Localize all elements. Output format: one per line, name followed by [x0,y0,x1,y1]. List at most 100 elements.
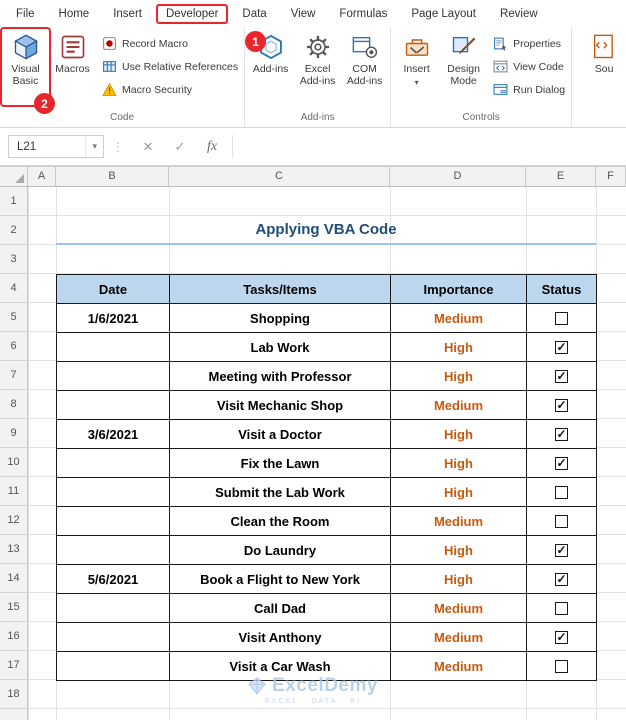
checkbox-checked[interactable]: ✓ [555,543,568,557]
run-dialog-button[interactable]: Run Dialog [493,82,565,97]
row-header-2[interactable]: 2 [0,216,27,245]
column-header-b[interactable]: B [56,167,169,186]
worksheet-title[interactable]: Applying VBA Code [56,216,596,245]
tab-insert[interactable]: Insert [101,4,154,24]
row-header-18[interactable]: 18 [0,680,27,709]
column-header-c[interactable]: C [169,167,390,186]
tab-developer[interactable]: Developer [155,3,229,24]
importance-cell[interactable]: Medium [390,651,527,681]
row-header-4[interactable]: 4 [0,274,27,303]
insert-control-button[interactable]: Insert ▾ [393,29,440,105]
task-cell[interactable]: Shopping [169,303,391,333]
checkbox-checked[interactable]: ✓ [555,398,568,412]
cancel-icon[interactable]: ✕ [132,139,164,155]
task-cell[interactable]: Visit a Doctor [169,419,391,449]
tab-data[interactable]: Data [230,4,278,24]
tab-home[interactable]: Home [47,4,102,24]
table-header-cell[interactable]: Status [526,274,597,304]
tab-page-layout[interactable]: Page Layout [399,4,488,24]
checkbox-checked[interactable]: ✓ [555,340,568,354]
view-code-button[interactable]: View Code [493,59,565,74]
date-cell[interactable]: 5/6/2021 [56,564,170,594]
checkbox-unchecked[interactable] [555,659,568,673]
importance-cell[interactable]: Medium [390,622,527,652]
date-cell[interactable] [56,593,170,623]
checkbox-unchecked[interactable] [555,601,568,615]
checkbox-unchecked[interactable] [555,485,568,499]
task-cell[interactable]: Submit the Lab Work [169,477,391,507]
importance-cell[interactable]: High [390,361,527,391]
importance-cell[interactable]: High [390,332,527,362]
importance-cell[interactable]: Medium [390,390,527,420]
date-cell[interactable] [56,651,170,681]
checkbox-checked[interactable]: ✓ [555,630,568,644]
task-cell[interactable]: Meeting with Professor [169,361,391,391]
select-all-corner[interactable] [0,167,28,186]
date-cell[interactable] [56,332,170,362]
date-cell[interactable] [56,448,170,478]
task-cell[interactable]: Visit a Car Wash [169,651,391,681]
importance-cell[interactable]: High [390,564,527,594]
macros-button[interactable]: Macros [49,29,96,105]
macro-security-button[interactable]: Macro Security [102,82,238,97]
tab-review[interactable]: Review [488,4,550,24]
date-cell[interactable]: 1/6/2021 [56,303,170,333]
importance-cell[interactable]: High [390,535,527,565]
row-header-1[interactable]: 1 [0,187,27,216]
row-header-3[interactable]: 3 [0,245,27,274]
date-cell[interactable] [56,361,170,391]
checkbox-checked[interactable]: ✓ [555,456,568,470]
column-header-d[interactable]: D [390,167,526,186]
checkbox-unchecked[interactable] [555,514,568,528]
table-header-cell[interactable]: Importance [390,274,527,304]
date-cell[interactable]: 3/6/2021 [56,419,170,449]
row-header-6[interactable]: 6 [0,332,27,361]
row-header-14[interactable]: 14 [0,564,27,593]
importance-cell[interactable]: Medium [390,593,527,623]
importance-cell[interactable]: Medium [390,506,527,536]
source-button[interactable]: Sou [574,29,626,105]
record-macro-button[interactable]: Record Macro [102,36,238,51]
tab-view[interactable]: View [279,4,328,24]
column-header-e[interactable]: E [526,167,596,186]
checkbox-checked[interactable]: ✓ [555,369,568,383]
com-add-ins-button[interactable]: COM Add-ins [341,29,388,105]
table-header-cell[interactable]: Date [56,274,170,304]
task-cell[interactable]: Book a Flight to New York [169,564,391,594]
formula-bar-separator[interactable]: ⋮ [112,140,124,154]
column-header-a[interactable]: A [28,167,56,186]
column-header-f[interactable]: F [596,167,626,186]
task-cell[interactable]: Visit Anthony [169,622,391,652]
importance-cell[interactable]: High [390,477,527,507]
date-cell[interactable] [56,506,170,536]
date-cell[interactable] [56,622,170,652]
importance-cell[interactable]: High [390,448,527,478]
row-header-5[interactable]: 5 [0,303,27,332]
row-header-13[interactable]: 13 [0,535,27,564]
properties-button[interactable]: Properties [493,36,565,51]
date-cell[interactable] [56,535,170,565]
date-cell[interactable] [56,390,170,420]
task-cell[interactable]: Clean the Room [169,506,391,536]
formula-input[interactable] [232,135,624,158]
table-header-cell[interactable]: Tasks/Items [169,274,391,304]
row-header-11[interactable]: 11 [0,477,27,506]
checkbox-checked[interactable]: ✓ [555,427,568,441]
name-box-dropdown-icon[interactable]: ▾ [85,136,103,157]
task-cell[interactable]: Visit Mechanic Shop [169,390,391,420]
importance-cell[interactable]: Medium [390,303,527,333]
row-header-8[interactable]: 8 [0,390,27,419]
use-relative-references-button[interactable]: Use Relative References [102,59,238,74]
name-box[interactable]: L21 ▾ [8,135,104,158]
enter-icon[interactable]: ✓ [164,139,196,155]
task-cell[interactable]: Lab Work [169,332,391,362]
tab-formulas[interactable]: Formulas [327,4,399,24]
insert-function-icon[interactable]: fx [196,139,228,155]
importance-cell[interactable]: High [390,419,527,449]
row-header-12[interactable]: 12 [0,506,27,535]
checkbox-checked[interactable]: ✓ [555,572,568,586]
task-cell[interactable]: Do Laundry [169,535,391,565]
row-header-7[interactable]: 7 [0,361,27,390]
row-header-15[interactable]: 15 [0,593,27,622]
date-cell[interactable] [56,477,170,507]
